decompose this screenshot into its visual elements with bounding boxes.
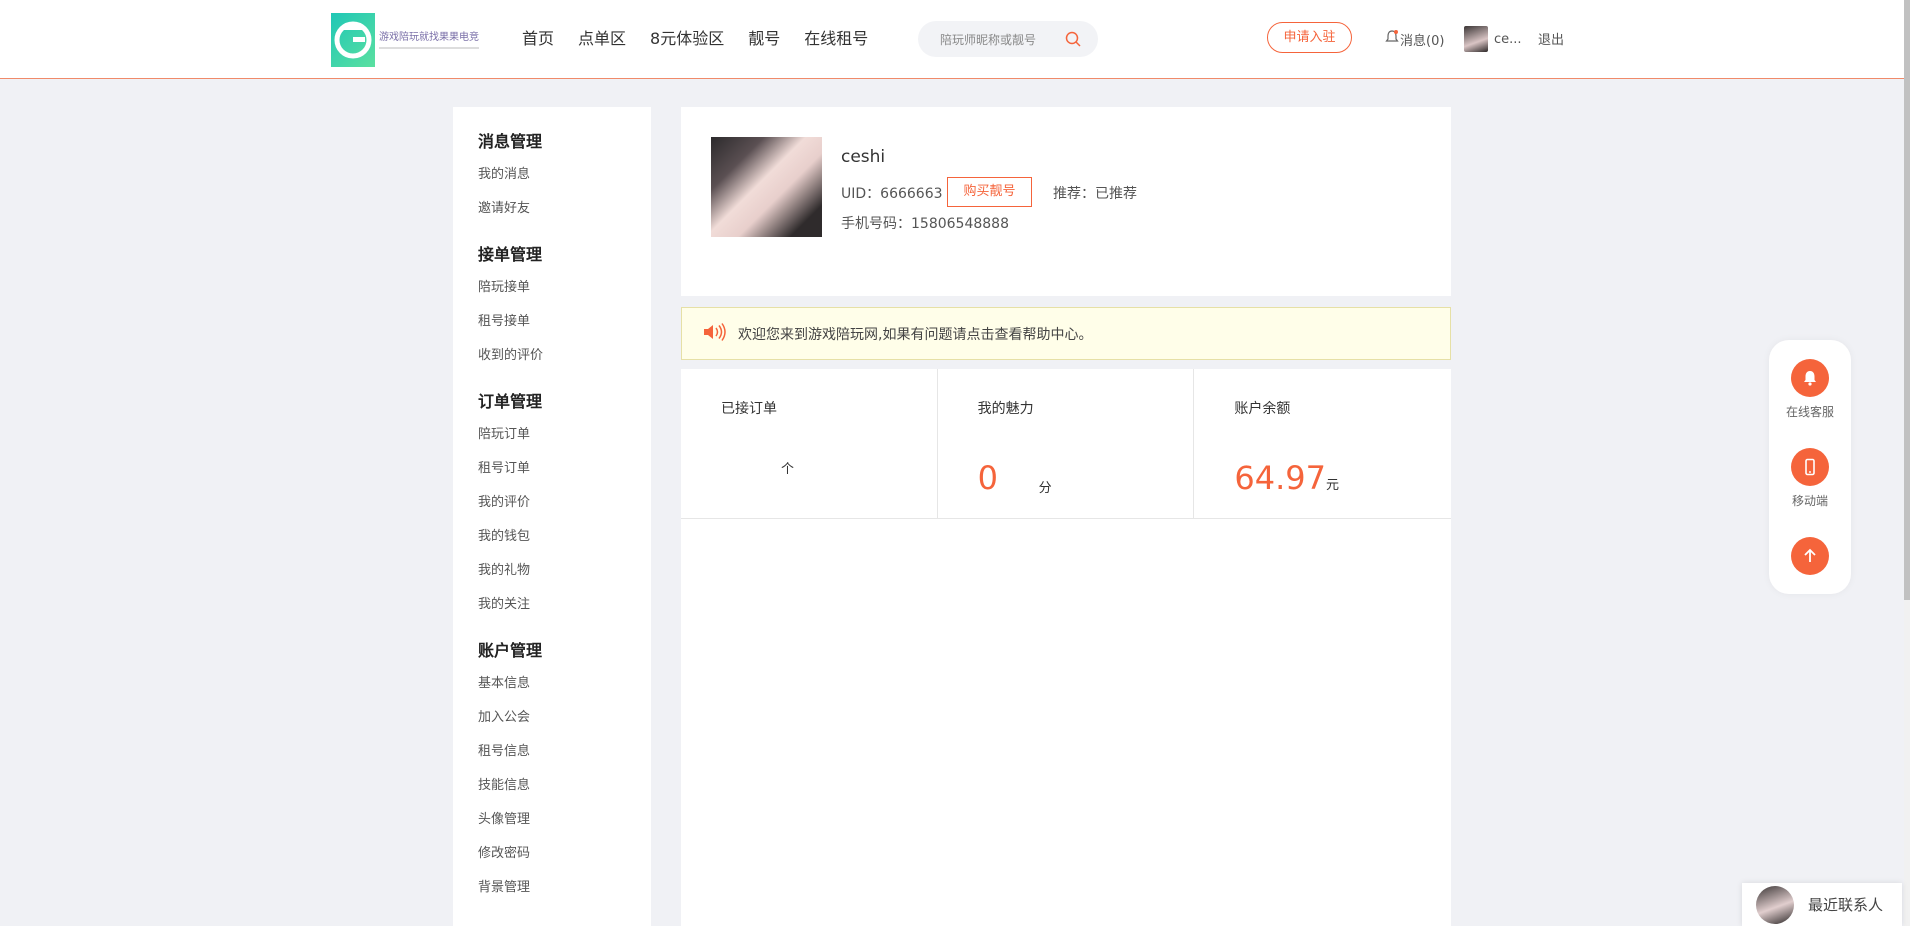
sidebar-group-order-management: 订单管理 陪玩订单 租号订单 我的评价 我的钱包 我的礼物 我的关注 [478, 386, 651, 622]
sidebar-item-my-follows[interactable]: 我的关注 [478, 588, 651, 622]
sidebar-group-title: 接单管理 [478, 245, 543, 264]
stat-balance-value: 64.97 [1234, 459, 1326, 497]
sidebar-item-background-management[interactable]: 背景管理 [478, 871, 651, 905]
logo-text: 游戏陪玩就找果果电竞 [379, 32, 479, 49]
sidebar-item-invite-friends[interactable]: 邀请好友 [478, 192, 651, 226]
stat-orders-unit: 个 [781, 462, 795, 477]
online-service-button[interactable]: 在线客服 [1769, 359, 1851, 420]
user-menu[interactable]: ce... [1464, 26, 1522, 52]
recent-contacts-label: 最近联系人 [1808, 896, 1884, 914]
sidebar-item-my-reviews[interactable]: 我的评价 [478, 486, 651, 520]
online-service-label: 在线客服 [1785, 405, 1834, 419]
profile-card: ceshi UID：6666663 购买靓号 推荐：已推荐 手机号码：15806… [681, 107, 1451, 296]
messages-label: 消息(0) [1400, 33, 1445, 49]
back-to-top-button[interactable] [1769, 537, 1851, 575]
stat-charm: 我的魅力 0 分 [938, 369, 1195, 519]
stat-charm-value: 0 [977, 459, 999, 497]
mobile-phone-icon [1791, 448, 1829, 486]
stat-balance: 64.97 元 账户余额 [1194, 369, 1451, 519]
stat-charm-label: 我的魅力 [977, 401, 1034, 417]
stats-panel: 已接订单 个 我的魅力 0 分 64.97 元 账户余额 [681, 369, 1451, 926]
nav-trial-zone[interactable]: 8元体验区 [650, 25, 724, 49]
main-nav: 首页 点单区 8元体验区 靓号 在线租号 [522, 25, 892, 49]
sidebar-group-title: 账户管理 [478, 641, 543, 660]
mobile-app-label: 移动端 [1791, 494, 1828, 508]
sidebar-item-basic-info[interactable]: 基本信息 [478, 667, 651, 701]
sidebar-item-my-wallet[interactable]: 我的钱包 [478, 520, 651, 554]
notice-text[interactable]: 欢迎您来到游戏陪玩网,如果有问题请点击查看帮助中心。 [738, 324, 1092, 344]
stat-charm-unit: 分 [1038, 481, 1052, 496]
site-logo[interactable]: 游戏陪玩就找果果电竞 [331, 13, 479, 67]
search-placeholder: 陪玩师昵称或靓号 [940, 32, 1037, 47]
nav-home[interactable]: 首页 [522, 25, 554, 49]
sidebar-item-rental-info[interactable]: 租号信息 [478, 735, 651, 769]
bell-icon [1791, 359, 1829, 397]
top-header: 游戏陪玩就找果果电竞 首页 点单区 8元体验区 靓号 在线租号 陪玩师昵称或靓号… [0, 0, 1904, 79]
profile-recommend-status: 推荐：已推荐 [1053, 186, 1137, 202]
sidebar-item-play-orders-accept[interactable]: 陪玩接单 [478, 271, 651, 305]
stat-orders: 已接订单 个 [681, 369, 938, 519]
speaker-icon [702, 322, 728, 346]
messages-link[interactable]: 消息(0) [1384, 29, 1444, 49]
stat-balance-unit: 元 [1325, 478, 1339, 493]
sidebar-item-rental-orders[interactable]: 租号订单 [478, 452, 651, 486]
search-icon[interactable] [1064, 30, 1082, 52]
sidebar-item-received-reviews[interactable]: 收到的评价 [478, 339, 651, 373]
search-input[interactable]: 陪玩师昵称或靓号 [918, 21, 1098, 57]
profile-phone: 手机号码：15806548888 [841, 216, 1009, 232]
profile-avatar [711, 137, 822, 237]
sidebar-item-join-guild[interactable]: 加入公会 [478, 701, 651, 735]
notice-banner: 欢迎您来到游戏陪玩网,如果有问题请点击查看帮助中心。 [681, 307, 1451, 360]
nav-account-rental[interactable]: 在线租号 [804, 25, 868, 49]
sidebar-item-play-orders[interactable]: 陪玩订单 [478, 418, 651, 452]
stat-balance-value-group: 64.97 元 [1234, 459, 1339, 497]
sidebar-group-title: 订单管理 [478, 392, 543, 411]
sidebar-item-rental-orders-accept[interactable]: 租号接单 [478, 305, 651, 339]
avatar [1756, 885, 1794, 924]
stat-orders-label: 已接订单 [721, 401, 777, 417]
apply-join-button[interactable]: 申请入驻 [1267, 22, 1352, 53]
dolphin-logo-icon [331, 13, 375, 67]
sidebar-item-my-gifts[interactable]: 我的礼物 [478, 554, 651, 588]
page-scrollbar[interactable] [1904, 0, 1910, 926]
sidebar-group-orders-accept: 接单管理 陪玩接单 租号接单 收到的评价 [478, 239, 651, 373]
sidebar-group-account: 账户管理 基本信息 加入公会 租号信息 技能信息 头像管理 修改密码 背景管理 [478, 635, 651, 905]
scrollbar-thumb[interactable] [1904, 0, 1910, 600]
sidebar-item-change-password[interactable]: 修改密码 [478, 837, 651, 871]
bell-icon [1384, 29, 1400, 49]
profile-uid: UID：6666663 [841, 186, 943, 202]
sidebar-group-messages: 消息管理 我的消息 邀请好友 [478, 126, 651, 226]
stats-row: 已接订单 个 我的魅力 0 分 64.97 元 账户余额 [681, 369, 1451, 519]
buy-premium-id-button[interactable]: 购买靓号 [947, 177, 1032, 207]
sidebar-group-title: 消息管理 [478, 132, 543, 151]
sidebar-item-avatar-management[interactable]: 头像管理 [478, 803, 651, 837]
logout-link[interactable]: 退出 [1538, 29, 1564, 48]
floating-toolbar: 在线客服 移动端 [1769, 340, 1851, 594]
stat-balance-label: 账户余额 [1234, 401, 1291, 417]
recent-contacts-widget[interactable]: 最近联系人 [1742, 883, 1902, 926]
sidebar-item-my-messages[interactable]: 我的消息 [478, 158, 651, 192]
sidebar-item-skill-info[interactable]: 技能信息 [478, 769, 651, 803]
nav-order-zone[interactable]: 点单区 [578, 25, 626, 49]
nav-premium-id[interactable]: 靓号 [748, 25, 780, 49]
arrow-up-icon [1791, 537, 1829, 575]
user-name: ce... [1494, 31, 1522, 47]
sidebar-menu: 消息管理 我的消息 邀请好友 接单管理 陪玩接单 租号接单 收到的评价 订单管理… [453, 107, 651, 926]
avatar [1464, 26, 1488, 52]
profile-username: ceshi [841, 147, 886, 167]
mobile-app-button[interactable]: 移动端 [1769, 448, 1851, 509]
